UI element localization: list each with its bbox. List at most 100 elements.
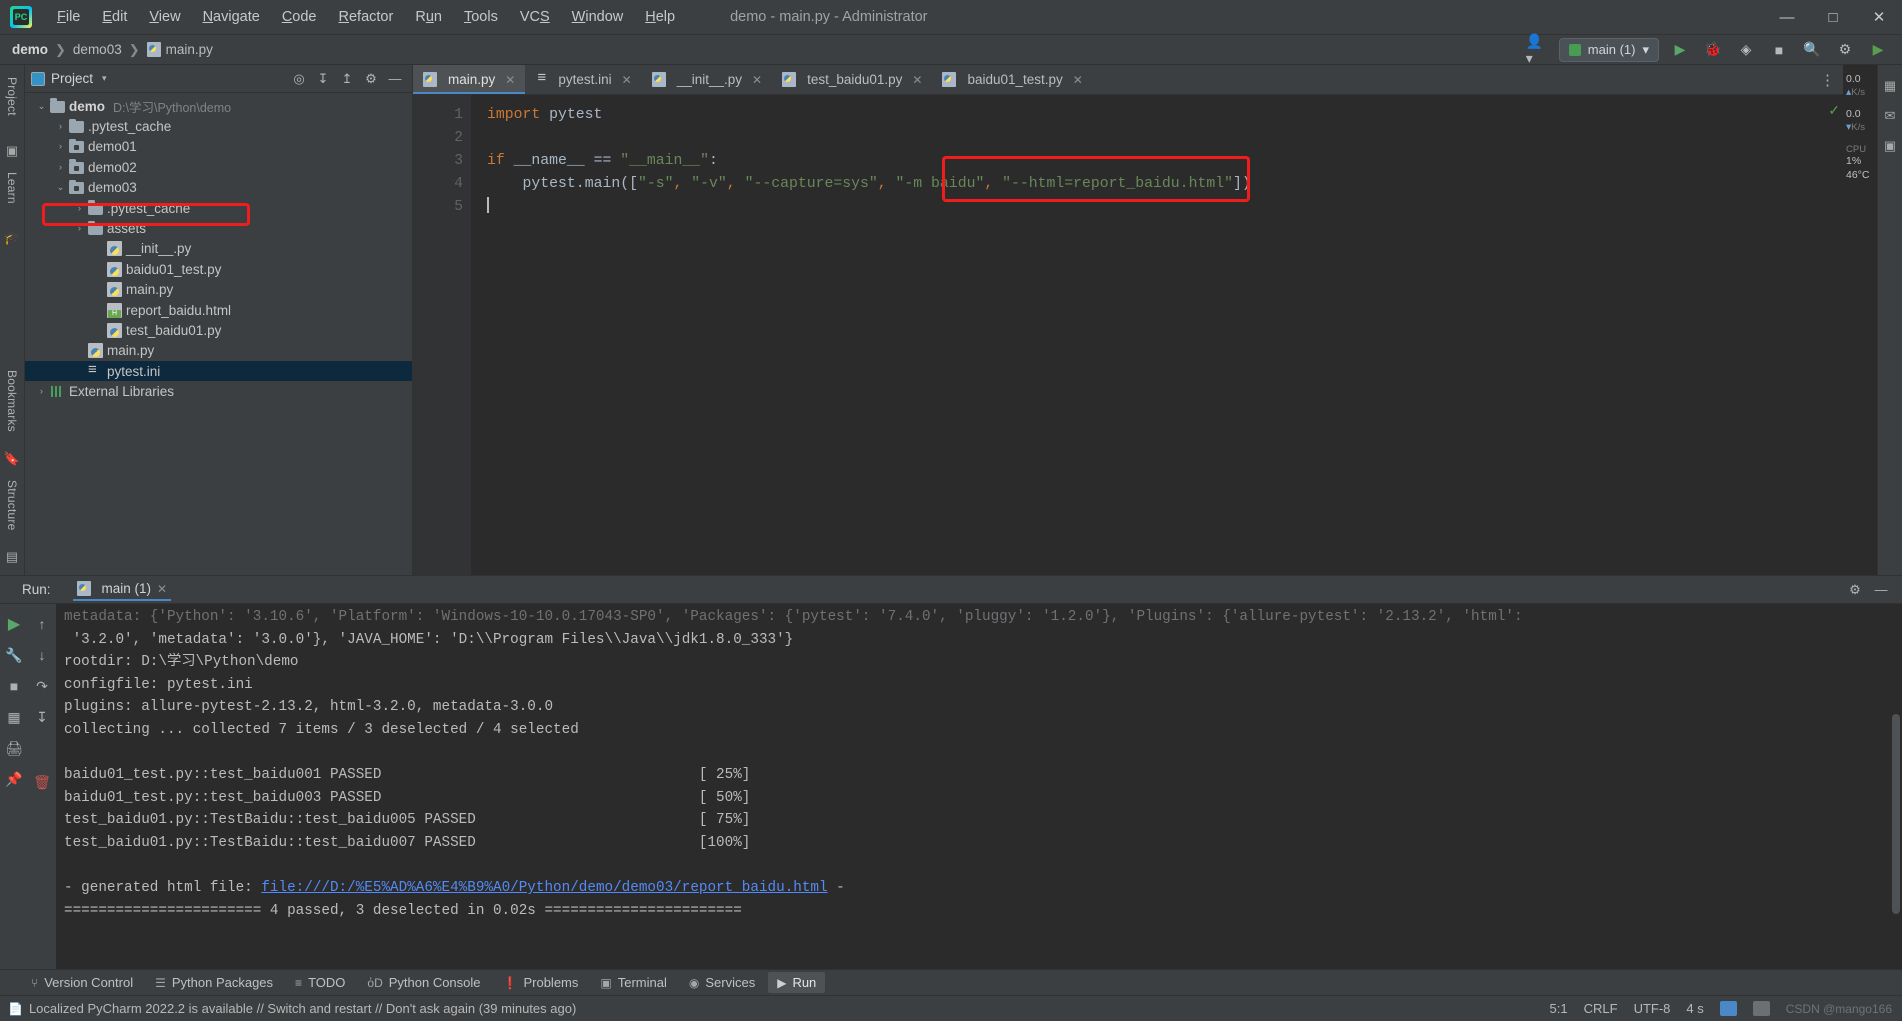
print-grid-icon[interactable]: ▦ [7, 707, 20, 727]
menu-vcs[interactable]: VCS [509, 5, 561, 29]
close-icon[interactable]: ✕ [752, 73, 762, 87]
tree-item-main-py[interactable]: main.py [25, 280, 412, 300]
settings-gear-icon[interactable]: ⚙ [360, 68, 382, 90]
collapse-all-icon[interactable]: ↥ [336, 68, 358, 90]
chevron-down-icon[interactable]: ▾ [102, 73, 107, 84]
tool-window-python-console[interactable]: ὀD Python Console [358, 972, 489, 993]
close-icon[interactable]: ✕ [622, 73, 632, 87]
menu-file[interactable]: FFileile [46, 5, 91, 29]
stop-icon[interactable]: ■ [10, 676, 18, 696]
user-account-icon[interactable]: 👤▾ [1526, 33, 1550, 66]
tool-window-terminal[interactable]: ▣ Terminal [591, 972, 675, 993]
caret-position[interactable]: 5:1 [1550, 1001, 1568, 1016]
notifications-icon[interactable]: ✉ [1885, 108, 1896, 124]
breadcrumb-demo03[interactable]: demo03 [73, 42, 122, 57]
chevron-right-icon[interactable]: › [35, 386, 48, 397]
menu-tools[interactable]: Tools [453, 5, 509, 29]
lock-icon[interactable] [1752, 1001, 1770, 1016]
close-button[interactable]: ✕ [1856, 0, 1902, 34]
strip-structure[interactable]: Structure [5, 474, 19, 537]
python-interpreter-badge[interactable] [1719, 1001, 1737, 1016]
strip-learn[interactable]: Learn [5, 166, 19, 210]
more-options-icon[interactable]: ⋮ [1820, 71, 1835, 89]
tree-item-main-py[interactable]: main.py [25, 341, 412, 361]
inspection-ok-icon[interactable]: ✓ [1828, 102, 1840, 119]
editor-tab--init-py[interactable]: __init__.py ✕ [642, 65, 772, 94]
hide-panel-icon[interactable]: — [384, 68, 406, 90]
locate-target-icon[interactable]: ◎ [288, 68, 310, 90]
chevron-down-icon[interactable]: ⌄ [35, 101, 48, 112]
menu-navigate[interactable]: Navigate [192, 5, 271, 29]
scroll-down-icon[interactable]: ↓ [39, 645, 46, 665]
close-icon[interactable]: ✕ [1073, 73, 1083, 87]
chevron-right-icon[interactable]: › [73, 223, 86, 234]
tree-item-assets[interactable]: › assets [25, 218, 412, 238]
settings-gear-icon[interactable]: ⚙ [1833, 38, 1857, 62]
gutter-line-4[interactable]: 4 [413, 173, 471, 196]
gutter-line-2[interactable]: 2 [413, 127, 471, 150]
chevron-right-icon[interactable]: › [54, 121, 67, 132]
code-editor[interactable]: import pytest if __name__ == "__main__":… [471, 95, 1827, 575]
strip-bookmarks[interactable]: Bookmarks [5, 364, 19, 438]
close-icon[interactable]: ✕ [912, 73, 922, 87]
run-tab-main[interactable]: main (1) ✕ [69, 578, 176, 601]
menu-window[interactable]: Window [561, 5, 635, 29]
trash-icon[interactable]: 🗑 [33, 772, 51, 792]
editor-tab-baidu01-test-py[interactable]: baidu01_test.py ✕ [932, 65, 1092, 94]
close-icon[interactable]: ✕ [157, 582, 167, 596]
tree-item--pytest-cache[interactable]: › .pytest_cache [25, 116, 412, 136]
scroll-up-icon[interactable]: ↑ [39, 614, 46, 634]
menu-refactor[interactable]: Refactor [328, 5, 405, 29]
tree-item-test-baidu01-py[interactable]: test_baidu01.py [25, 320, 412, 340]
stop-icon[interactable]: ■ [1767, 38, 1791, 62]
debug-bug-icon[interactable]: 🐞 [1701, 38, 1725, 62]
pin-icon[interactable]: 📌 [5, 769, 22, 789]
run-coverage-icon[interactable]: ◈ [1734, 38, 1758, 62]
editor-tab-pytest-ini[interactable]: pytest.ini ✕ [525, 65, 641, 94]
graduation-icon[interactable]: 🎓 [4, 230, 20, 246]
menu-view[interactable]: View [138, 5, 191, 29]
bookmark-icon[interactable]: 🔖 [4, 451, 20, 467]
line-separator[interactable]: CRLF [1584, 1001, 1618, 1016]
settings-gear-icon[interactable]: ⚙ [1844, 579, 1866, 601]
tool-window-version-control[interactable]: ⑂ Version Control [22, 972, 142, 993]
chevron-right-icon[interactable]: › [54, 162, 67, 173]
print-icon[interactable]: 🖨 [5, 738, 23, 758]
tool-window-todo[interactable]: ≡ TODO [286, 972, 354, 993]
run-configuration-selector[interactable]: main (1) ▾ [1558, 37, 1659, 62]
structure-icon[interactable]: ▤ [6, 549, 18, 565]
hide-panel-icon[interactable]: — [1870, 579, 1892, 601]
project-tree[interactable]: ⌄ demo D:\学习\Python\demo › .pytest_cache › dem… [25, 93, 412, 575]
chevron-right-icon[interactable]: › [54, 141, 67, 152]
breadcrumb-mainpy[interactable]: main.py [146, 42, 213, 57]
editor-tab-test-baidu01-py[interactable]: test_baidu01.py ✕ [772, 65, 932, 94]
gutter-line-1[interactable]: 1 [413, 104, 471, 127]
tool-window-problems[interactable]: ❗ Problems [494, 972, 588, 993]
notification-icon[interactable]: 📄 [8, 1002, 23, 1016]
report-file-link[interactable]: file:///D:/%E5%AD%A6%E4%B9%A0/Python/dem… [261, 880, 827, 896]
rerun-icon[interactable]: ▶ [8, 614, 20, 634]
status-message[interactable]: Localized PyCharm 2022.2 is available //… [29, 1001, 576, 1016]
minimize-button[interactable]: — [1764, 0, 1810, 34]
gutter-line-3[interactable]: 3 [413, 150, 485, 173]
database-icon[interactable]: ▦ [1884, 78, 1896, 94]
close-icon[interactable]: ✕ [505, 73, 515, 87]
tree-item-demo02[interactable]: › demo02 [25, 157, 412, 177]
menu-edit[interactable]: Edit [91, 5, 138, 29]
settings-wrench-icon[interactable]: 🔧 [5, 645, 22, 665]
run-console-output[interactable]: metadata: {'Python': '3.10.6', 'Platform… [56, 604, 1902, 969]
chevron-right-icon[interactable]: › [73, 203, 86, 214]
editor-gutter[interactable]: 12345 [413, 95, 485, 575]
console-scrollbar[interactable] [1892, 714, 1900, 914]
tree-item--init-py[interactable]: __init__.py [25, 239, 412, 259]
file-encoding[interactable]: UTF-8 [1634, 1001, 1671, 1016]
breadcrumb-demo[interactable]: demo [12, 42, 48, 57]
editor-tab-main-py[interactable]: main.py ✕ [413, 65, 526, 94]
commit-icon[interactable]: ▣ [6, 143, 18, 159]
tree-item-external-libraries[interactable]: › External Libraries [25, 381, 412, 401]
tree-item-baidu01-test-py[interactable]: baidu01_test.py [25, 259, 412, 279]
gutter-line-5[interactable]: 5 [413, 196, 471, 219]
tree-item--pytest-cache[interactable]: › .pytest_cache [25, 198, 412, 218]
tool-window-python-packages[interactable]: ☰ Python Packages [146, 972, 282, 993]
strip-project[interactable]: Project [5, 71, 19, 122]
